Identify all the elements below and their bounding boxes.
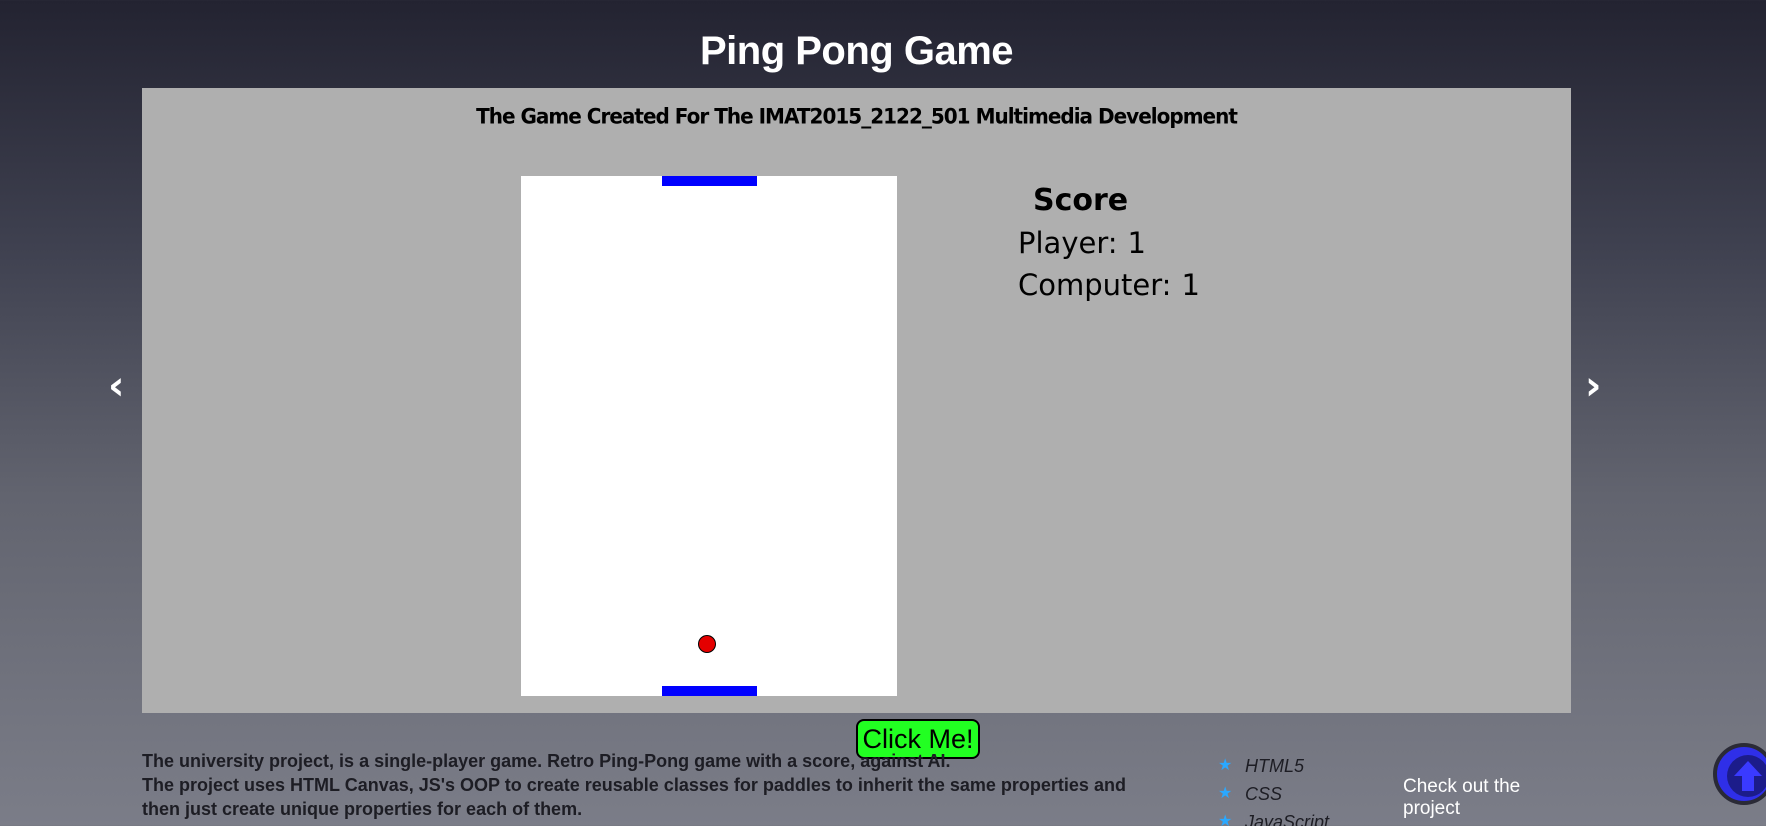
next-slide-arrow-icon[interactable]: ›	[1585, 366, 1601, 406]
computer-paddle	[662, 176, 757, 186]
scroll-to-top-button[interactable]	[1713, 743, 1766, 805]
page-title: Ping Pong Game	[699, 28, 1014, 73]
arrow-up-icon	[1727, 755, 1766, 797]
tech-item: ★ JavaScript	[1218, 808, 1329, 826]
description-line-1: The university project, is a single-play…	[142, 751, 951, 771]
player-score: Player: 1	[1018, 222, 1210, 264]
project-description: The university project, is a single-play…	[142, 749, 1152, 821]
game-canvas[interactable]	[521, 176, 897, 696]
tech-list: ★ HTML5 ★ CSS ★ JavaScript	[1218, 752, 1329, 826]
slide-heading: The Game Created For The IMAT2015_2122_5…	[476, 103, 1238, 129]
star-icon: ★	[1218, 785, 1233, 802]
player-score-value: 1	[1127, 226, 1146, 260]
tech-item-label: HTML5	[1245, 756, 1305, 776]
prev-slide-arrow-icon[interactable]: ‹	[108, 366, 124, 406]
player-score-label: Player:	[1018, 226, 1118, 260]
computer-score: Computer: 1	[1018, 264, 1210, 306]
star-icon: ★	[1218, 757, 1233, 774]
tech-item-label: JavaScript	[1245, 812, 1330, 826]
player-paddle	[662, 686, 757, 696]
project-slide: The Game Created For The IMAT2015_2122_5…	[142, 88, 1571, 713]
description-line-2: The project uses HTML Canvas, JS's OOP t…	[142, 775, 1126, 819]
score-title: Score	[1033, 183, 1129, 218]
computer-score-value: 1	[1181, 268, 1200, 302]
star-icon: ★	[1218, 813, 1233, 826]
tech-item-label: CSS	[1245, 784, 1283, 804]
score-panel: Score Player: 1 Computer: 1	[1018, 180, 1210, 306]
computer-score-label: Computer:	[1018, 268, 1172, 302]
ball	[698, 635, 716, 653]
tech-item: ★ CSS	[1218, 780, 1329, 808]
check-out-project-link[interactable]: Check out the project	[1403, 776, 1570, 826]
tech-item: ★ HTML5	[1218, 752, 1329, 780]
